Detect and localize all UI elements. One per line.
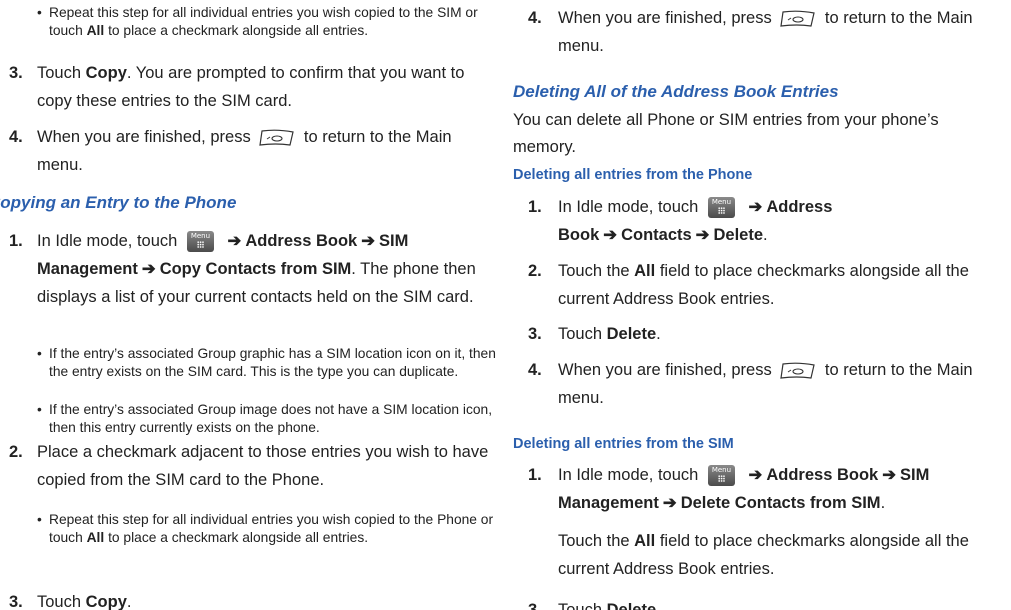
bullet-icon: • (37, 346, 42, 361)
step-4-finish-top: 4. When you are finished, press to retur… (528, 9, 973, 55)
bullet-phone-location: • If the entry’s associated Group image … (37, 402, 493, 435)
end-key-icon (780, 362, 816, 379)
intro-paragraph: You can delete all Phone or SIM entries … (513, 111, 939, 156)
section-heading-delete-all: Deleting All of the Address Book Entries (513, 82, 839, 101)
arrow-icon: ➔ (748, 466, 763, 484)
step-touch-all-sim: Touch the All field to place checkmarks … (558, 532, 969, 578)
arrow-icon: ➔ (361, 232, 376, 250)
step-2-checkmark: 2. Place a checkmark adjacent to those e… (9, 443, 489, 489)
bullet-icon: • (37, 512, 42, 527)
arrow-icon: ➔ (227, 232, 242, 250)
bullet-repeat-phone: • Repeat this step for all individual en… (37, 512, 494, 545)
arrow-icon: ➔ (603, 226, 618, 244)
section-heading-copy-to-phone: Copying an Entry to the Phone (0, 193, 237, 212)
step-3-copy-phone: 3. Touch Copy. (9, 593, 132, 610)
subheading-delete-phone: Deleting all entries from the Phone (513, 167, 753, 183)
step-3-delete: 3. Touch Delete. (528, 325, 661, 343)
arrow-icon: ➔ (748, 198, 763, 216)
bullet-icon: • (37, 5, 42, 20)
manual-page: • Repeat this step for all individual en… (0, 0, 1011, 610)
arrow-icon: ➔ (882, 466, 897, 484)
step-4-finish: 4. When you are finished, press to retur… (9, 128, 452, 174)
step-1-delete-phone: 1. In Idle mode, touch Menu ➔ Address Boo… (528, 197, 833, 244)
step-3-delete-sim: 3. Touch Delete (528, 601, 657, 610)
bullet-sim-location: • If the entry’s associated Group graphi… (37, 346, 496, 379)
step-3-copy: 3. Touch Copy. You are prompted to confi… (9, 64, 465, 110)
step-2-touch-all: 2. Touch the All field to place checkmar… (528, 262, 969, 308)
step-4-finish-delete: 4. When you are finished, press to retur… (528, 361, 973, 407)
end-key-icon (780, 10, 816, 27)
step-1-delete-sim: 1. In Idle mode, touch Menu ➔ Address Boo… (528, 465, 930, 512)
arrow-icon: ➔ (662, 494, 677, 512)
subheading-delete-sim: Deleting all entries from the SIM (513, 436, 734, 452)
bullet-icon: • (37, 402, 42, 417)
step-1-idle: 1. In Idle mode, touch Menu ➔ Address Boo… (9, 231, 476, 306)
end-key-icon (259, 129, 295, 146)
bullet-repeat-sim: • Repeat this step for all individual en… (37, 5, 478, 38)
arrow-icon: ➔ (141, 260, 156, 278)
arrow-icon: ➔ (695, 226, 710, 244)
menu-key-icon: Menu (186, 231, 214, 253)
menu-key-icon: Menu (707, 197, 735, 219)
menu-key-icon: Menu (707, 465, 735, 487)
